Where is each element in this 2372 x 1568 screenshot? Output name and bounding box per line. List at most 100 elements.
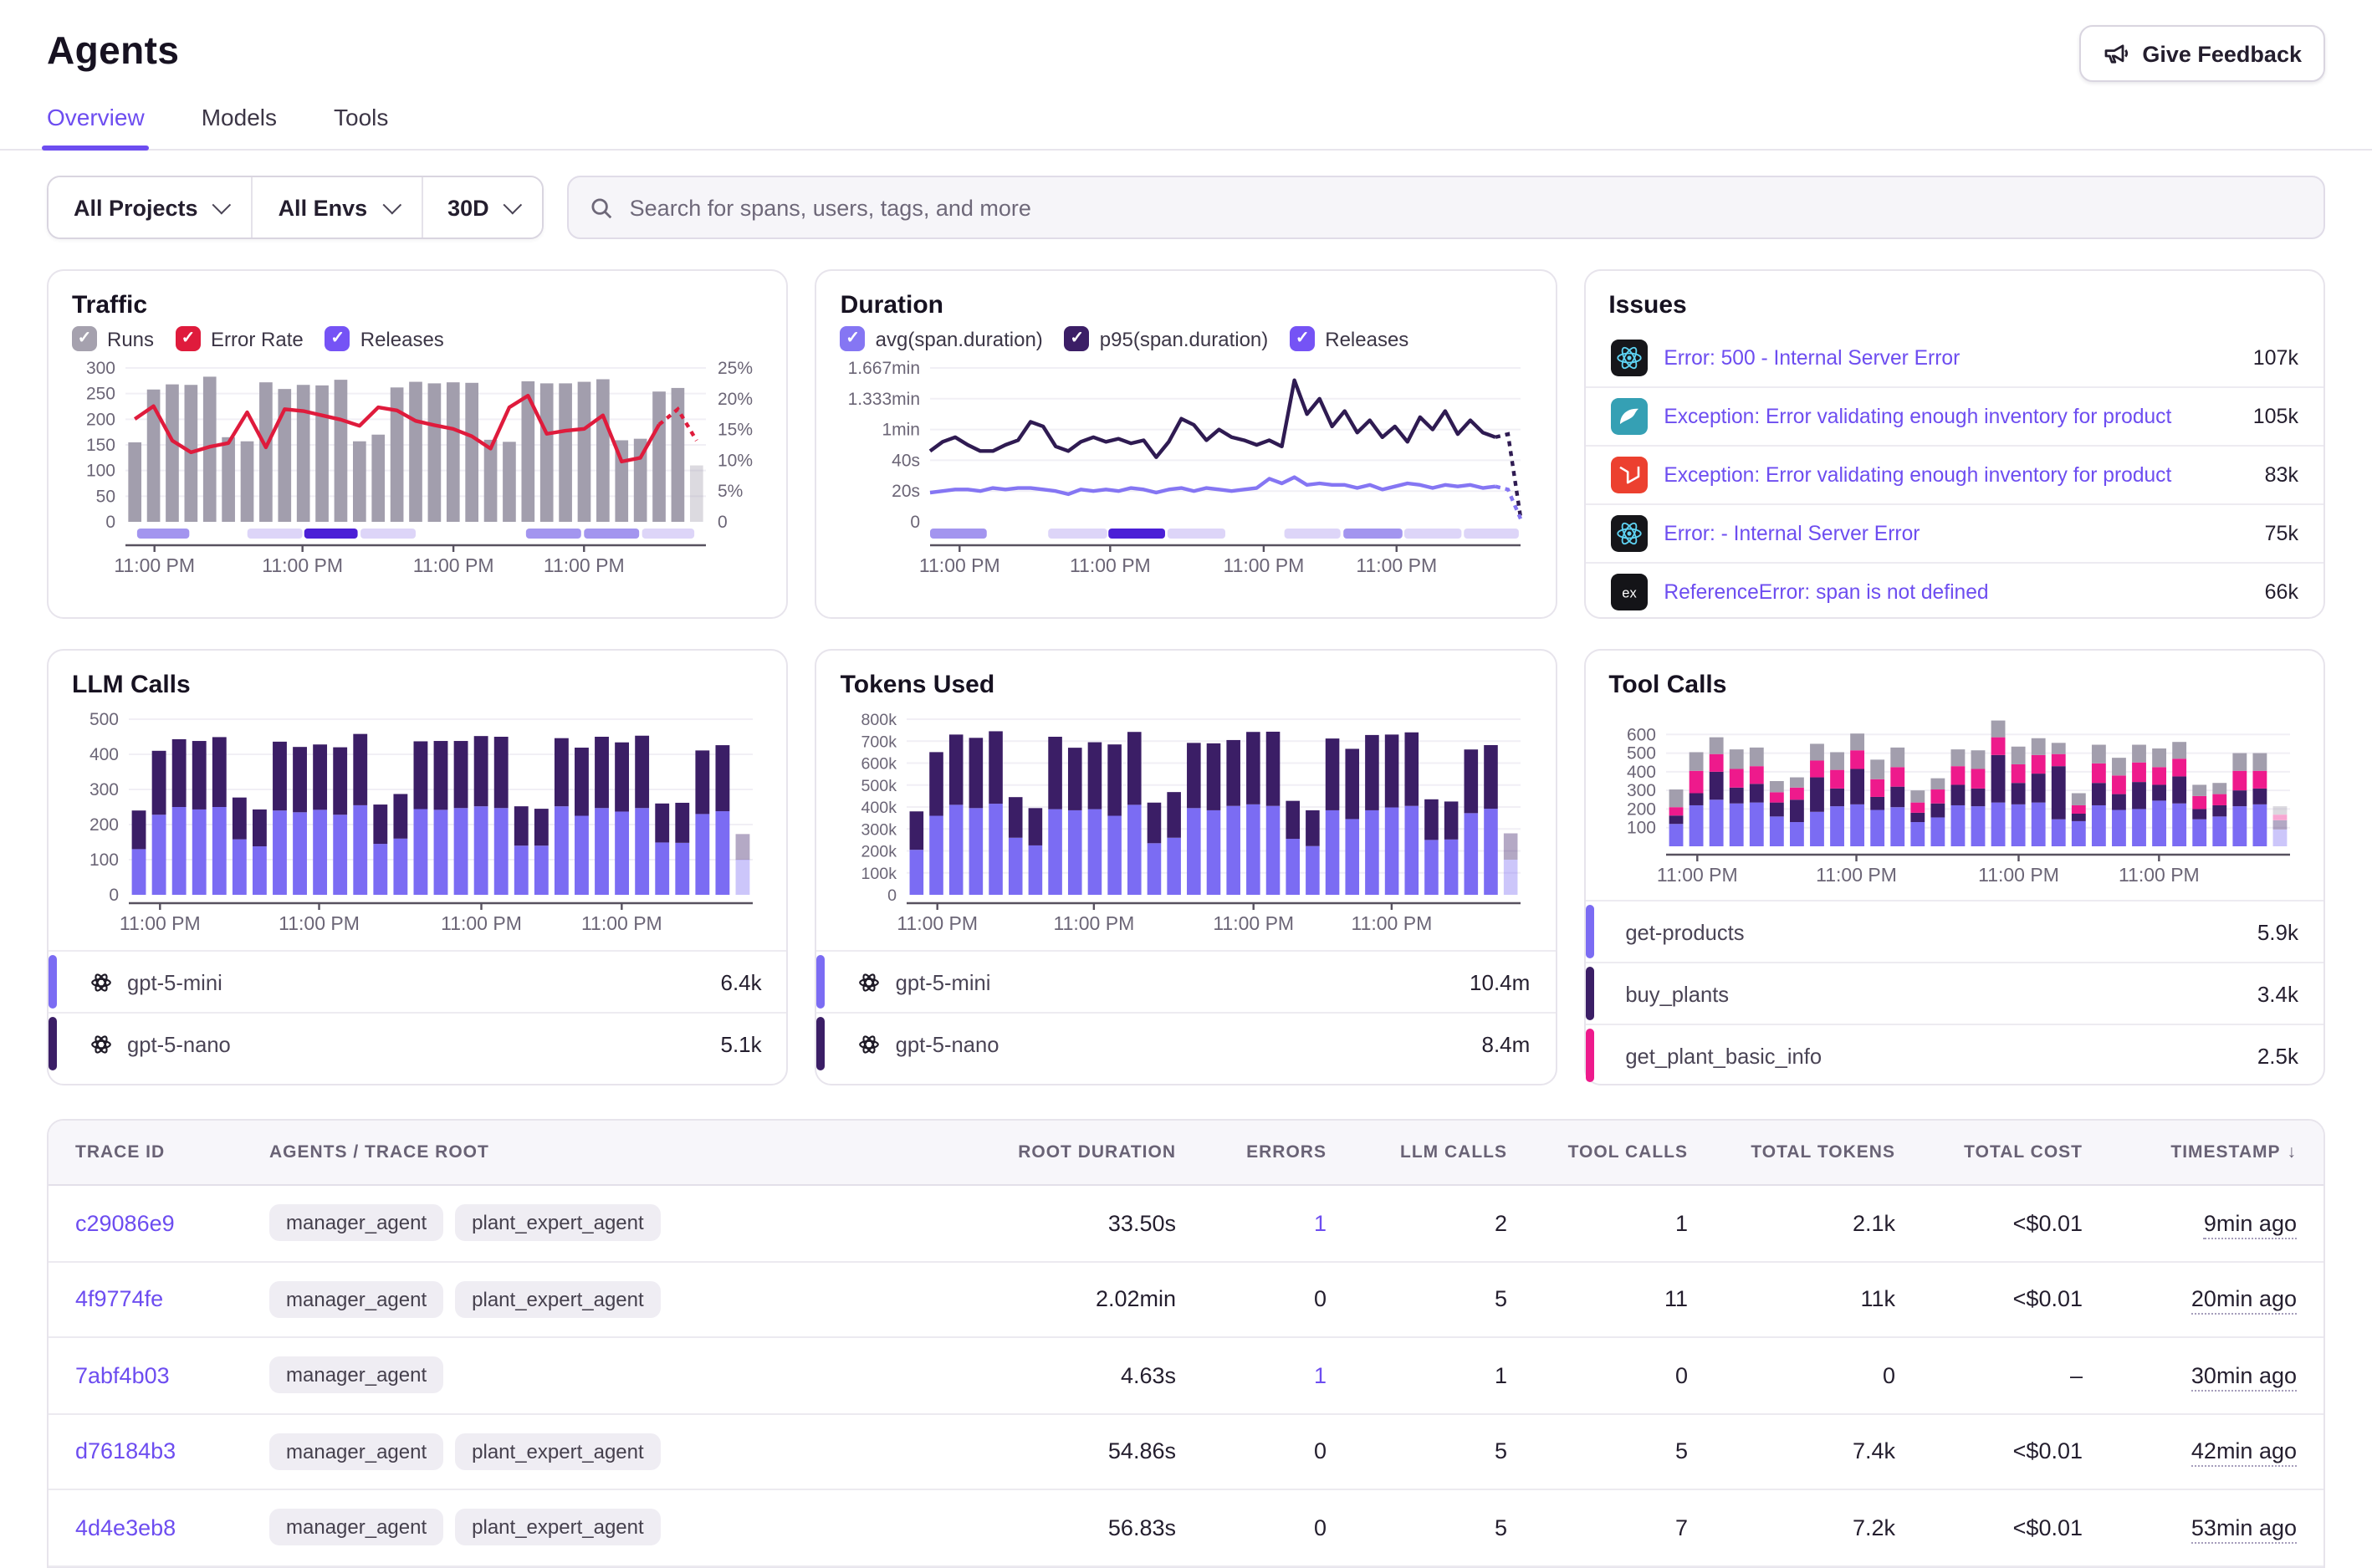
bar: [2131, 745, 2145, 846]
toggle-releases[interactable]: ✓Releases: [1290, 326, 1408, 351]
errors-cell: 0: [1193, 1439, 1343, 1464]
bar: [484, 440, 498, 522]
daterange-filter-label: 30D: [447, 195, 489, 220]
bar: [1088, 743, 1102, 895]
issue-link[interactable]: Error: 500 - Internal Server Error: [1664, 346, 2236, 370]
column-header-root-duration[interactable]: ROOT DURATION: [942, 1142, 1193, 1162]
trace-id-link[interactable]: 4d4e3eb8: [75, 1515, 176, 1540]
column-header-agents-trace-root[interactable]: AGENTS / TRACE ROOT: [253, 1142, 942, 1162]
toggle-releases[interactable]: ✓Releases: [325, 326, 444, 351]
column-header-trace-id[interactable]: TRACE ID: [49, 1142, 253, 1162]
env-filter[interactable]: All Envs: [253, 177, 423, 237]
errors-cell: 0: [1193, 1515, 1343, 1540]
traffic-card: Traffic ✓Runs✓Error Rate✓Releases 050100…: [47, 269, 789, 619]
teal-platform-icon: [1610, 398, 1647, 435]
column-header-timestamp[interactable]: TIMESTAMP↓: [2099, 1142, 2323, 1162]
bar: [1870, 759, 1884, 846]
trace-id-cell: 7abf4b03: [49, 1363, 253, 1388]
toggle-error-rate[interactable]: ✓Error Rate: [176, 326, 304, 351]
legend-row[interactable]: get-products5.9k: [1585, 900, 2323, 962]
svg-text:11:00 PM: 11:00 PM: [413, 554, 494, 576]
column-header-total-cost[interactable]: TOTAL COST: [1912, 1142, 2099, 1162]
tool-calls-svg: 10020030040050060011:00 PM11:00 PM11:00 …: [1608, 706, 2303, 900]
issue-row: Error: 500 - Internal Server Error107k: [1585, 329, 2323, 388]
legend-count: 6.4k: [721, 969, 762, 994]
svg-text:11:00 PM: 11:00 PM: [279, 912, 360, 934]
legend-count: 5.9k: [2257, 919, 2298, 944]
timestamp-value: 20min ago: [2191, 1287, 2297, 1315]
total-cost-cell: <$0.01: [1912, 1211, 2099, 1236]
legend-row[interactable]: get_plant_basic_info2.5k: [1585, 1024, 2323, 1085]
errors-link[interactable]: 1: [1314, 1211, 1327, 1236]
give-feedback-button[interactable]: Give Feedback: [2078, 25, 2325, 82]
bar: [2151, 748, 2165, 846]
issue-row: Error: - Internal Server Error75k: [1585, 505, 2323, 564]
bar: [1188, 743, 1202, 895]
bar: [1930, 779, 1945, 846]
chevron-down-icon: [382, 196, 401, 215]
tab-overview[interactable]: Overview: [47, 104, 145, 149]
svg-text:11:00 PM: 11:00 PM: [262, 554, 343, 576]
column-header-errors[interactable]: ERRORS: [1193, 1142, 1343, 1162]
llm-calls-cell: 2: [1343, 1211, 1524, 1236]
bar: [1950, 749, 1965, 846]
svg-text:50: 50: [96, 487, 115, 506]
traffic-title: Traffic: [72, 291, 764, 319]
tool-calls-title: Tool Calls: [1608, 671, 2300, 699]
issue-link[interactable]: Error: - Internal Server Error: [1664, 522, 2247, 545]
toggle-runs[interactable]: ✓Runs: [72, 326, 154, 351]
column-header-total-tokens[interactable]: TOTAL TOKENS: [1705, 1142, 1912, 1162]
bar: [371, 435, 385, 522]
errors-link[interactable]: 1: [1314, 1363, 1327, 1388]
tab-tools[interactable]: Tools: [334, 104, 388, 149]
daterange-filter[interactable]: 30D: [422, 177, 543, 237]
issue-row: Exception: Error validating enough inven…: [1585, 447, 2323, 505]
duration-svg: 020s40s1min1.333min1.667min11:00 PM11:00…: [841, 358, 1535, 592]
svg-text:11:00 PM: 11:00 PM: [1977, 864, 2058, 886]
svg-text:25%: 25%: [718, 359, 753, 378]
agents-cell: manager_agentplant_expert_agent: [253, 1433, 942, 1470]
issue-link[interactable]: ReferenceError: span is not defined: [1664, 580, 2247, 604]
search-input[interactable]: Search for spans, users, tags, and more: [568, 176, 2325, 239]
bar: [2031, 738, 2045, 846]
llm-calls-cell: 5: [1343, 1439, 1524, 1464]
tab-models[interactable]: Models: [202, 104, 277, 149]
legend-row[interactable]: gpt-5-mini10.4m: [817, 950, 1556, 1012]
tool-calls-cell: 0: [1524, 1363, 1705, 1388]
sort-desc-icon: ↓: [2288, 1142, 2298, 1162]
total-tokens-cell: 11k: [1705, 1287, 1912, 1312]
svg-text:400: 400: [89, 745, 119, 764]
bar: [1769, 781, 1783, 846]
trace-id-link[interactable]: c29086e9: [75, 1211, 175, 1236]
legend-row[interactable]: gpt-5-mini6.4k: [49, 950, 787, 1012]
trace-id-cell: c29086e9: [49, 1211, 253, 1236]
legend-row[interactable]: buy_plants3.4k: [1585, 962, 2323, 1024]
svg-text:1.333min: 1.333min: [848, 390, 920, 409]
legend-row[interactable]: gpt-5-nano8.4m: [817, 1012, 1556, 1074]
trace-id-link[interactable]: 7abf4b03: [75, 1363, 170, 1388]
bar: [2252, 753, 2267, 846]
project-filter[interactable]: All Projects: [49, 177, 253, 237]
svg-text:200k: 200k: [861, 843, 897, 861]
traces-table-header: TRACE IDAGENTS / TRACE ROOTROOT DURATION…: [49, 1121, 2323, 1186]
svg-text:100k: 100k: [861, 865, 897, 883]
trace-id-link[interactable]: 4f9774fe: [75, 1287, 163, 1312]
toggle-avg-span-duration-[interactable]: ✓avg(span.duration): [841, 326, 1043, 351]
issue-row: exReferenceError: span is not defined66k: [1585, 564, 2323, 621]
issue-link[interactable]: Exception: Error validating enough inven…: [1664, 405, 2236, 428]
toggle-p95-span-duration-[interactable]: ✓p95(span.duration): [1065, 326, 1268, 351]
tab-bar: Overview Models Tools: [0, 82, 2372, 151]
svg-text:11:00 PM: 11:00 PM: [1054, 912, 1135, 934]
column-header-llm-calls[interactable]: LLM CALLS: [1343, 1142, 1524, 1162]
bar: [1910, 790, 1925, 846]
issue-link[interactable]: Exception: Error validating enough inven…: [1664, 463, 2247, 487]
svg-text:400k: 400k: [861, 799, 897, 817]
table-row: c29086e9manager_agentplant_expert_agent3…: [49, 1186, 2323, 1262]
svg-text:11:00 PM: 11:00 PM: [920, 554, 1001, 576]
bar: [1709, 738, 1723, 846]
trace-id-link[interactable]: d76184b3: [75, 1439, 176, 1464]
column-header-tool-calls[interactable]: TOOL CALLS: [1524, 1142, 1705, 1162]
legend-row[interactable]: gpt-5-nano5.1k: [49, 1012, 787, 1074]
bar: [212, 737, 227, 895]
bar: [192, 741, 207, 895]
